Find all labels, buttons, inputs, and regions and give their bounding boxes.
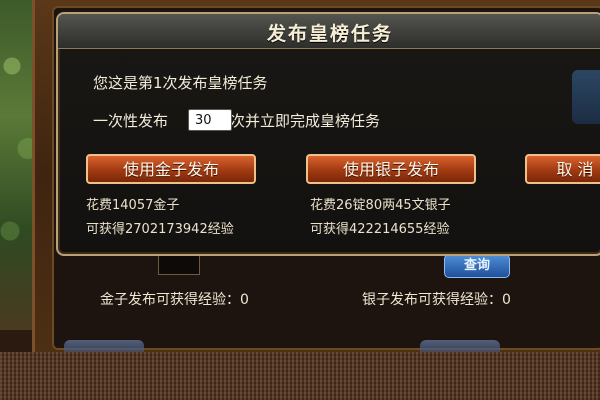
side-tab[interactable] [572, 70, 600, 124]
silver-cost-text: 花费26锭80两45文银子 [310, 198, 451, 213]
gold-cost-text: 花费14057金子 [86, 198, 180, 213]
query-button[interactable]: 查询 [444, 254, 510, 278]
floor-texture [0, 352, 600, 400]
gold-exp-value: 0 [240, 292, 249, 308]
publish-with-silver-button[interactable]: 使用银子发布 [306, 154, 476, 184]
silver-exp-text: 可获得422214655经验 [310, 222, 450, 237]
rank-input-box[interactable] [158, 253, 200, 275]
gold-exp-row: 金子发布可获得经验：0 [100, 289, 249, 309]
publish-count-row: 一次性发布 次并立即完成皇榜任务 [93, 110, 380, 131]
gold-exp-text: 可获得2702173942经验 [86, 222, 234, 237]
publish-with-gold-button[interactable]: 使用金子发布 [86, 154, 256, 184]
complete-label: 次并立即完成皇榜任务 [230, 112, 381, 130]
silver-exp-row: 银子发布可获得经验：0 [362, 289, 511, 309]
dialog-title-bar: 发布皇榜任务 [58, 14, 600, 49]
publish-task-dialog: 发布皇榜任务 您这是第1次发布皇榜任务 一次性发布 次并立即完成皇榜任务 使用金子… [56, 12, 600, 256]
cancel-button[interactable]: 取 消 [525, 154, 600, 184]
dialog-title: 发布皇榜任务 [266, 23, 393, 45]
first-time-text: 您这是第1次发布皇榜任务 [93, 74, 268, 92]
silver-exp-value: 0 [502, 292, 511, 308]
game-scene: 查询 金子发布可获得经验：0 银子发布可获得经验：0 发布皇榜任务 您这是第1次… [0, 0, 600, 400]
publish-once-label: 一次性发布 [93, 112, 169, 130]
publish-count-input[interactable] [188, 109, 232, 131]
silver-exp-label: 银子发布可获得经验： [362, 292, 502, 308]
gold-exp-label: 金子发布可获得经验： [100, 292, 240, 308]
